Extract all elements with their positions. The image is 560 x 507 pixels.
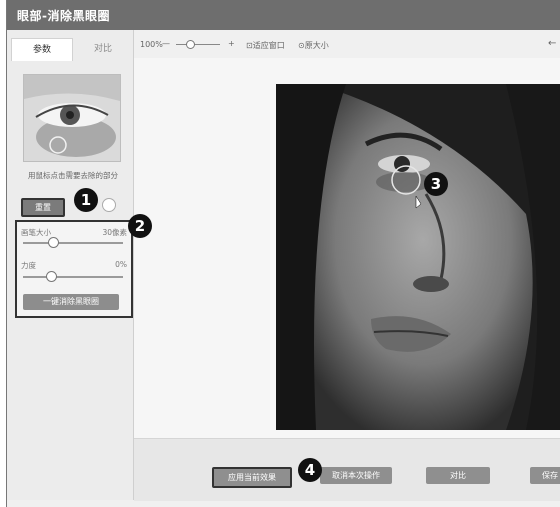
callout-3: 3 bbox=[424, 172, 448, 196]
eye-illustration-icon bbox=[24, 75, 120, 161]
left-panel: 参数 对比 用鼠标点击需要去除的部分 重置 画笔大小 30像素 力度 0% 一键… bbox=[7, 30, 134, 500]
title-bar: 眼部-消除黑眼圈 bbox=[7, 0, 560, 30]
compare-button[interactable]: 对比 bbox=[426, 467, 490, 484]
strength-slider-knob[interactable] bbox=[46, 271, 57, 282]
save-button[interactable]: 保存 bbox=[530, 467, 560, 484]
actual-size-label: 原大小 bbox=[304, 41, 329, 50]
editor-window: 眼部-消除黑眼圈 参数 对比 用鼠标点击需要去除的部分 重置 画笔大小 30像素 bbox=[6, 0, 560, 507]
toggle-icon[interactable] bbox=[102, 198, 116, 212]
apply-effect-button[interactable]: 应用当前效果 bbox=[212, 467, 292, 488]
zoom-slider-knob[interactable] bbox=[186, 40, 195, 49]
zoom-slider[interactable] bbox=[176, 44, 220, 45]
reset-button[interactable]: 重置 bbox=[21, 198, 65, 217]
fit-window-button[interactable]: ⊡适应窗口 bbox=[246, 40, 285, 51]
fit-window-icon: ⊡ bbox=[246, 41, 253, 50]
tab-params[interactable]: 参数 bbox=[11, 38, 73, 61]
tab-compare[interactable]: 对比 bbox=[73, 38, 133, 60]
strength-slider[interactable] bbox=[23, 276, 123, 278]
instruction-text: 用鼠标点击需要去除的部分 bbox=[28, 171, 118, 180]
callout-1: 1 bbox=[74, 188, 98, 212]
strength-label: 力度 bbox=[21, 261, 36, 270]
fit-window-label: 适应窗口 bbox=[252, 41, 285, 50]
actual-size-icon: ⊙ bbox=[298, 41, 305, 50]
eye-preview-image bbox=[23, 74, 121, 162]
brush-size-slider[interactable] bbox=[23, 242, 123, 244]
portrait-image bbox=[276, 84, 560, 430]
zoom-out-button[interactable]: — bbox=[162, 39, 170, 48]
callout-4: 4 bbox=[298, 458, 322, 482]
back-arrow-icon[interactable]: ← bbox=[548, 38, 556, 49]
image-canvas[interactable] bbox=[134, 58, 560, 438]
actual-size-button[interactable]: ⊙原大小 bbox=[298, 40, 329, 51]
window-title: 眼部-消除黑眼圈 bbox=[17, 9, 110, 23]
bottom-action-bar: 应用当前效果 取消本次操作 对比 保存 bbox=[134, 438, 560, 501]
zoom-level: 100% bbox=[140, 40, 163, 49]
portrait-photo[interactable] bbox=[276, 84, 560, 430]
strength-value: 0% bbox=[115, 260, 127, 269]
toolbar: 100% — + ⊡适应窗口 ⊙原大小 ← bbox=[134, 30, 560, 58]
brush-size-slider-knob[interactable] bbox=[48, 237, 59, 248]
one-click-remove-button[interactable]: 一键消除黑眼圈 bbox=[23, 294, 119, 310]
zoom-in-button[interactable]: + bbox=[228, 39, 235, 48]
brush-size-label: 画笔大小 bbox=[21, 228, 51, 237]
brush-size-value: 30像素 bbox=[102, 228, 127, 237]
callout-2: 2 bbox=[128, 214, 152, 238]
cancel-operation-button[interactable]: 取消本次操作 bbox=[320, 467, 392, 484]
